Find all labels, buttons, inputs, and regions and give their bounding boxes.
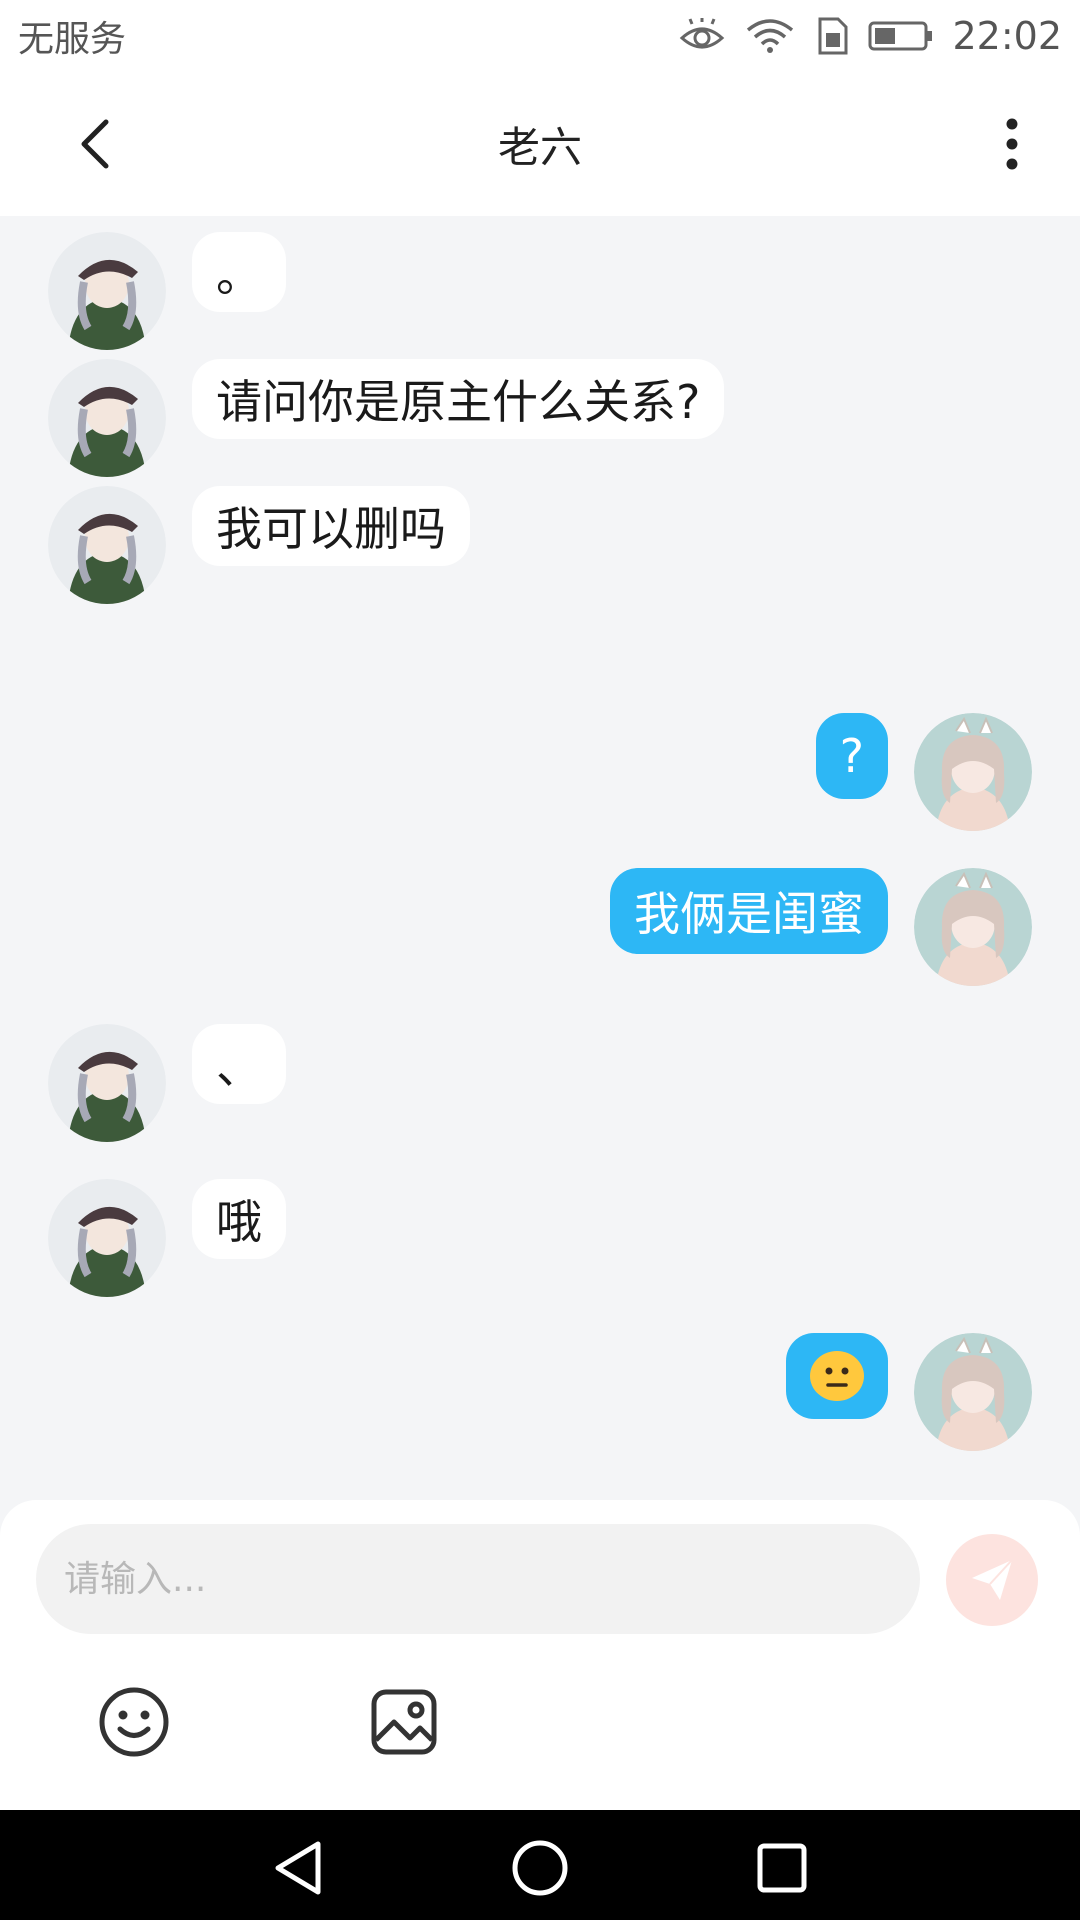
contact-avatar[interactable] <box>48 232 166 350</box>
message-row-received: 哦 <box>0 1163 1080 1297</box>
message-bubble-received[interactable]: 哦 <box>192 1179 286 1259</box>
message-bubble-received[interactable]: 请问你是原主什么关系? <box>192 359 725 439</box>
message-input[interactable] <box>36 1524 920 1634</box>
message-row-sent: 我俩是闺蜜 <box>0 852 1080 986</box>
message-row-received: 请问你是原主什么关系? <box>0 343 1080 477</box>
my-avatar[interactable] <box>914 713 1032 831</box>
eye-icon <box>678 18 726 54</box>
message-row-sent: ? <box>0 697 1080 831</box>
wifi-icon <box>744 18 796 54</box>
more-options-button[interactable] <box>984 116 1040 172</box>
message-row-received: 我可以删吗 <box>0 470 1080 604</box>
clock: 22:02 <box>952 14 1062 58</box>
contact-avatar[interactable] <box>48 359 166 477</box>
message-row-sent: 😐 <box>0 1317 1080 1451</box>
carrier-label: 无服务 <box>18 19 127 60</box>
message-bubble-received[interactable]: 、 <box>192 1024 286 1104</box>
message-composer <box>0 1500 1080 1810</box>
emoji-icon <box>99 1687 169 1757</box>
neutral-face-icon <box>810 1351 864 1401</box>
contact-avatar[interactable] <box>48 1024 166 1142</box>
message-bubble-sent[interactable]: ? <box>815 713 888 799</box>
battery-icon <box>868 19 934 53</box>
recent-square-icon <box>757 1843 807 1893</box>
system-navigation-bar <box>0 1810 1080 1920</box>
nav-recent-button[interactable] <box>752 1838 812 1898</box>
sim-icon <box>814 17 850 55</box>
message-bubble-received[interactable]: 。 <box>192 232 286 312</box>
message-bubble-sent[interactable]: 😐 <box>786 1333 888 1419</box>
image-button[interactable] <box>364 1682 444 1762</box>
message-list[interactable]: 。 请问你是原主什么关系? 我可以删吗 ? 我俩是闺蜜 、 哦 <box>0 216 1080 1496</box>
message-bubble-received[interactable]: 我可以删吗 <box>192 486 470 566</box>
nav-home-button[interactable] <box>510 1838 570 1898</box>
nav-back-button[interactable] <box>270 1838 330 1898</box>
home-circle-icon <box>512 1840 568 1896</box>
send-icon <box>972 1559 1013 1600</box>
message-row-received: 。 <box>0 216 1080 350</box>
image-icon <box>371 1689 437 1755</box>
chat-header: 老六 <box>0 72 1080 216</box>
send-button[interactable] <box>946 1534 1038 1626</box>
back-button[interactable] <box>70 116 126 172</box>
message-bubble-sent[interactable]: 我俩是闺蜜 <box>610 868 888 954</box>
message-row-received: 、 <box>0 1008 1080 1142</box>
my-avatar[interactable] <box>914 868 1032 986</box>
back-triangle-icon <box>275 1841 321 1895</box>
chat-title: 老六 <box>497 122 582 172</box>
contact-avatar[interactable] <box>48 486 166 604</box>
more-vertical-icon <box>1006 118 1018 170</box>
my-avatar[interactable] <box>914 1333 1032 1451</box>
status-icons: 22:02 <box>678 14 1062 58</box>
status-bar: 无服务 22:02 <box>0 0 1080 72</box>
emoji-button[interactable] <box>94 1682 174 1762</box>
chevron-left-icon <box>81 119 109 169</box>
contact-avatar[interactable] <box>48 1179 166 1297</box>
